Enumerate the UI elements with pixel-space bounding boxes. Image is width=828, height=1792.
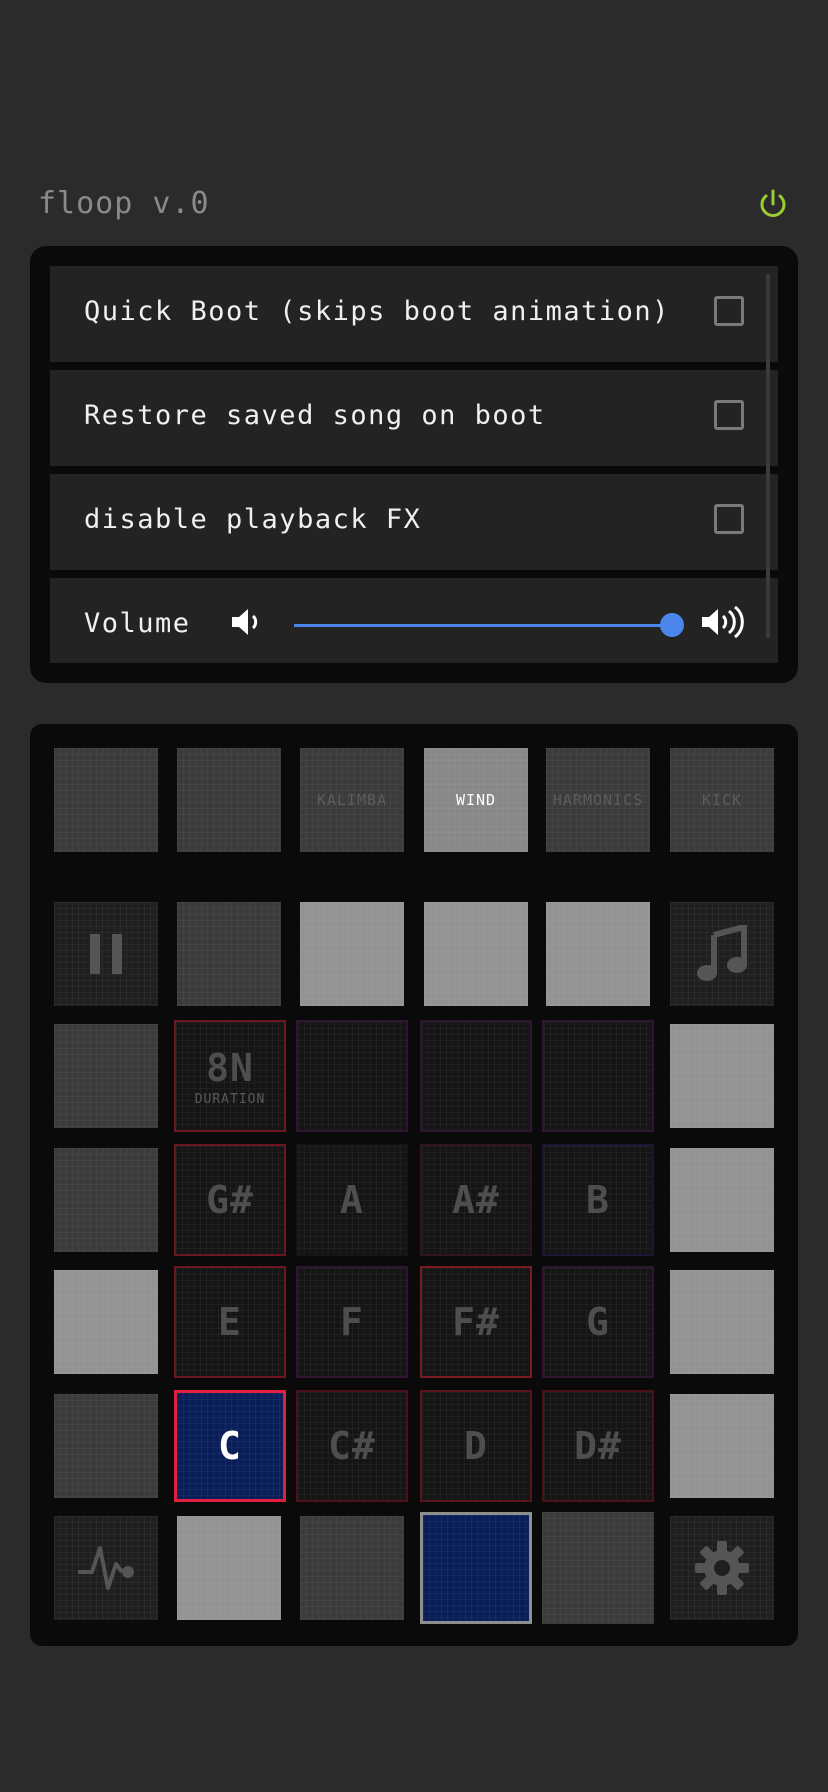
note-pad-d-sharp[interactable]: D# xyxy=(542,1390,654,1502)
note-pad-a-sharp[interactable]: A# xyxy=(420,1144,532,1256)
instrument-slot-1[interactable] xyxy=(54,748,158,852)
bottom-pad-3[interactable] xyxy=(420,1512,532,1624)
side-pad-right-4[interactable] xyxy=(670,1394,774,1498)
side-pad-left-3[interactable] xyxy=(54,1270,158,1374)
pad-panel: KALIMBA WIND HARMONICS KICK 8N DURATION xyxy=(30,724,798,1646)
duration-label: DURATION xyxy=(194,1091,266,1107)
step-pad-3[interactable] xyxy=(424,902,528,1006)
instrument-wind[interactable]: WIND xyxy=(424,748,528,852)
step-pad-4[interactable] xyxy=(546,902,650,1006)
settings-panel: Quick Boot (skips boot animation) Restor… xyxy=(30,246,798,683)
instrument-kick-label: KICK xyxy=(701,791,743,809)
note-pad-c-sharp[interactable]: C# xyxy=(296,1390,408,1502)
disable-fx-checkbox[interactable] xyxy=(714,504,744,534)
note-pad-c[interactable]: C xyxy=(174,1390,286,1502)
step-pad-2[interactable] xyxy=(300,902,404,1006)
step-pad-1[interactable] xyxy=(177,902,281,1006)
setting-quick-boot[interactable]: Quick Boot (skips boot animation) xyxy=(50,266,778,362)
setting-restore-song-label: Restore saved song on boot xyxy=(84,400,546,431)
bottom-pad-2[interactable] xyxy=(300,1516,404,1620)
instrument-harmonics-label: HARMONICS xyxy=(552,791,644,809)
note-pad-d[interactable]: D xyxy=(420,1390,532,1502)
side-pad-left-2[interactable] xyxy=(54,1148,158,1252)
note-pad-g[interactable]: G xyxy=(542,1266,654,1378)
duration-value: 8N xyxy=(206,1045,254,1090)
gear-icon xyxy=(695,1541,749,1595)
volume-high-icon[interactable] xyxy=(700,604,744,640)
settings-list: Quick Boot (skips boot animation) Restor… xyxy=(50,266,778,663)
quick-boot-checkbox[interactable] xyxy=(714,296,744,326)
pause-icon xyxy=(90,934,122,974)
waveform-button[interactable] xyxy=(54,1516,158,1620)
note-pad-a[interactable]: A xyxy=(296,1144,408,1256)
volume-slider-track[interactable] xyxy=(294,624,672,627)
setting-volume: Volume xyxy=(50,578,778,663)
setting-restore-song[interactable]: Restore saved song on boot xyxy=(50,370,778,466)
settings-button[interactable] xyxy=(670,1516,774,1620)
duration-pad[interactable]: 8N DURATION xyxy=(174,1020,286,1132)
setting-disable-fx[interactable]: disable playback FX xyxy=(50,474,778,570)
music-button[interactable] xyxy=(670,902,774,1006)
side-pad-right-2[interactable] xyxy=(670,1148,774,1252)
side-pad-right-1[interactable] xyxy=(670,1024,774,1128)
note-pad-e[interactable]: E xyxy=(174,1266,286,1378)
waveform-icon xyxy=(78,1546,134,1590)
instrument-slot-2[interactable] xyxy=(177,748,281,852)
side-pad-right-3[interactable] xyxy=(670,1270,774,1374)
volume-label: Volume xyxy=(84,608,191,639)
instrument-kalimba[interactable]: KALIMBA xyxy=(300,748,404,852)
setting-disable-fx-label: disable playback FX xyxy=(84,504,422,535)
note-pad-f-sharp[interactable]: F# xyxy=(420,1266,532,1378)
bottom-pad-4[interactable] xyxy=(542,1512,654,1624)
instrument-harmonics[interactable]: HARMONICS xyxy=(546,748,650,852)
empty-note-pad-2[interactable] xyxy=(420,1020,532,1132)
restore-song-checkbox[interactable] xyxy=(714,400,744,430)
header: floop v.0 xyxy=(38,182,790,226)
note-pad-g-sharp[interactable]: G# xyxy=(174,1144,286,1256)
empty-note-pad-3[interactable] xyxy=(542,1020,654,1132)
app-title: floop v.0 xyxy=(38,186,210,221)
note-pad-b[interactable]: B xyxy=(542,1144,654,1256)
power-icon[interactable] xyxy=(756,188,790,222)
pause-button[interactable] xyxy=(54,902,158,1006)
volume-slider-thumb[interactable] xyxy=(660,613,684,637)
bottom-pad-1[interactable] xyxy=(177,1516,281,1620)
setting-quick-boot-label: Quick Boot (skips boot animation) xyxy=(84,296,670,327)
empty-note-pad-1[interactable] xyxy=(296,1020,408,1132)
side-pad-left-4[interactable] xyxy=(54,1394,158,1498)
instrument-kick[interactable]: KICK xyxy=(670,748,774,852)
music-note-icon xyxy=(697,925,747,981)
note-pad-f[interactable]: F xyxy=(296,1266,408,1378)
instrument-wind-label: WIND xyxy=(455,791,497,809)
instrument-kalimba-label: KALIMBA xyxy=(316,791,388,809)
settings-scrollbar[interactable] xyxy=(766,274,770,638)
side-pad-left-1[interactable] xyxy=(54,1024,158,1128)
volume-low-icon[interactable] xyxy=(228,604,264,640)
